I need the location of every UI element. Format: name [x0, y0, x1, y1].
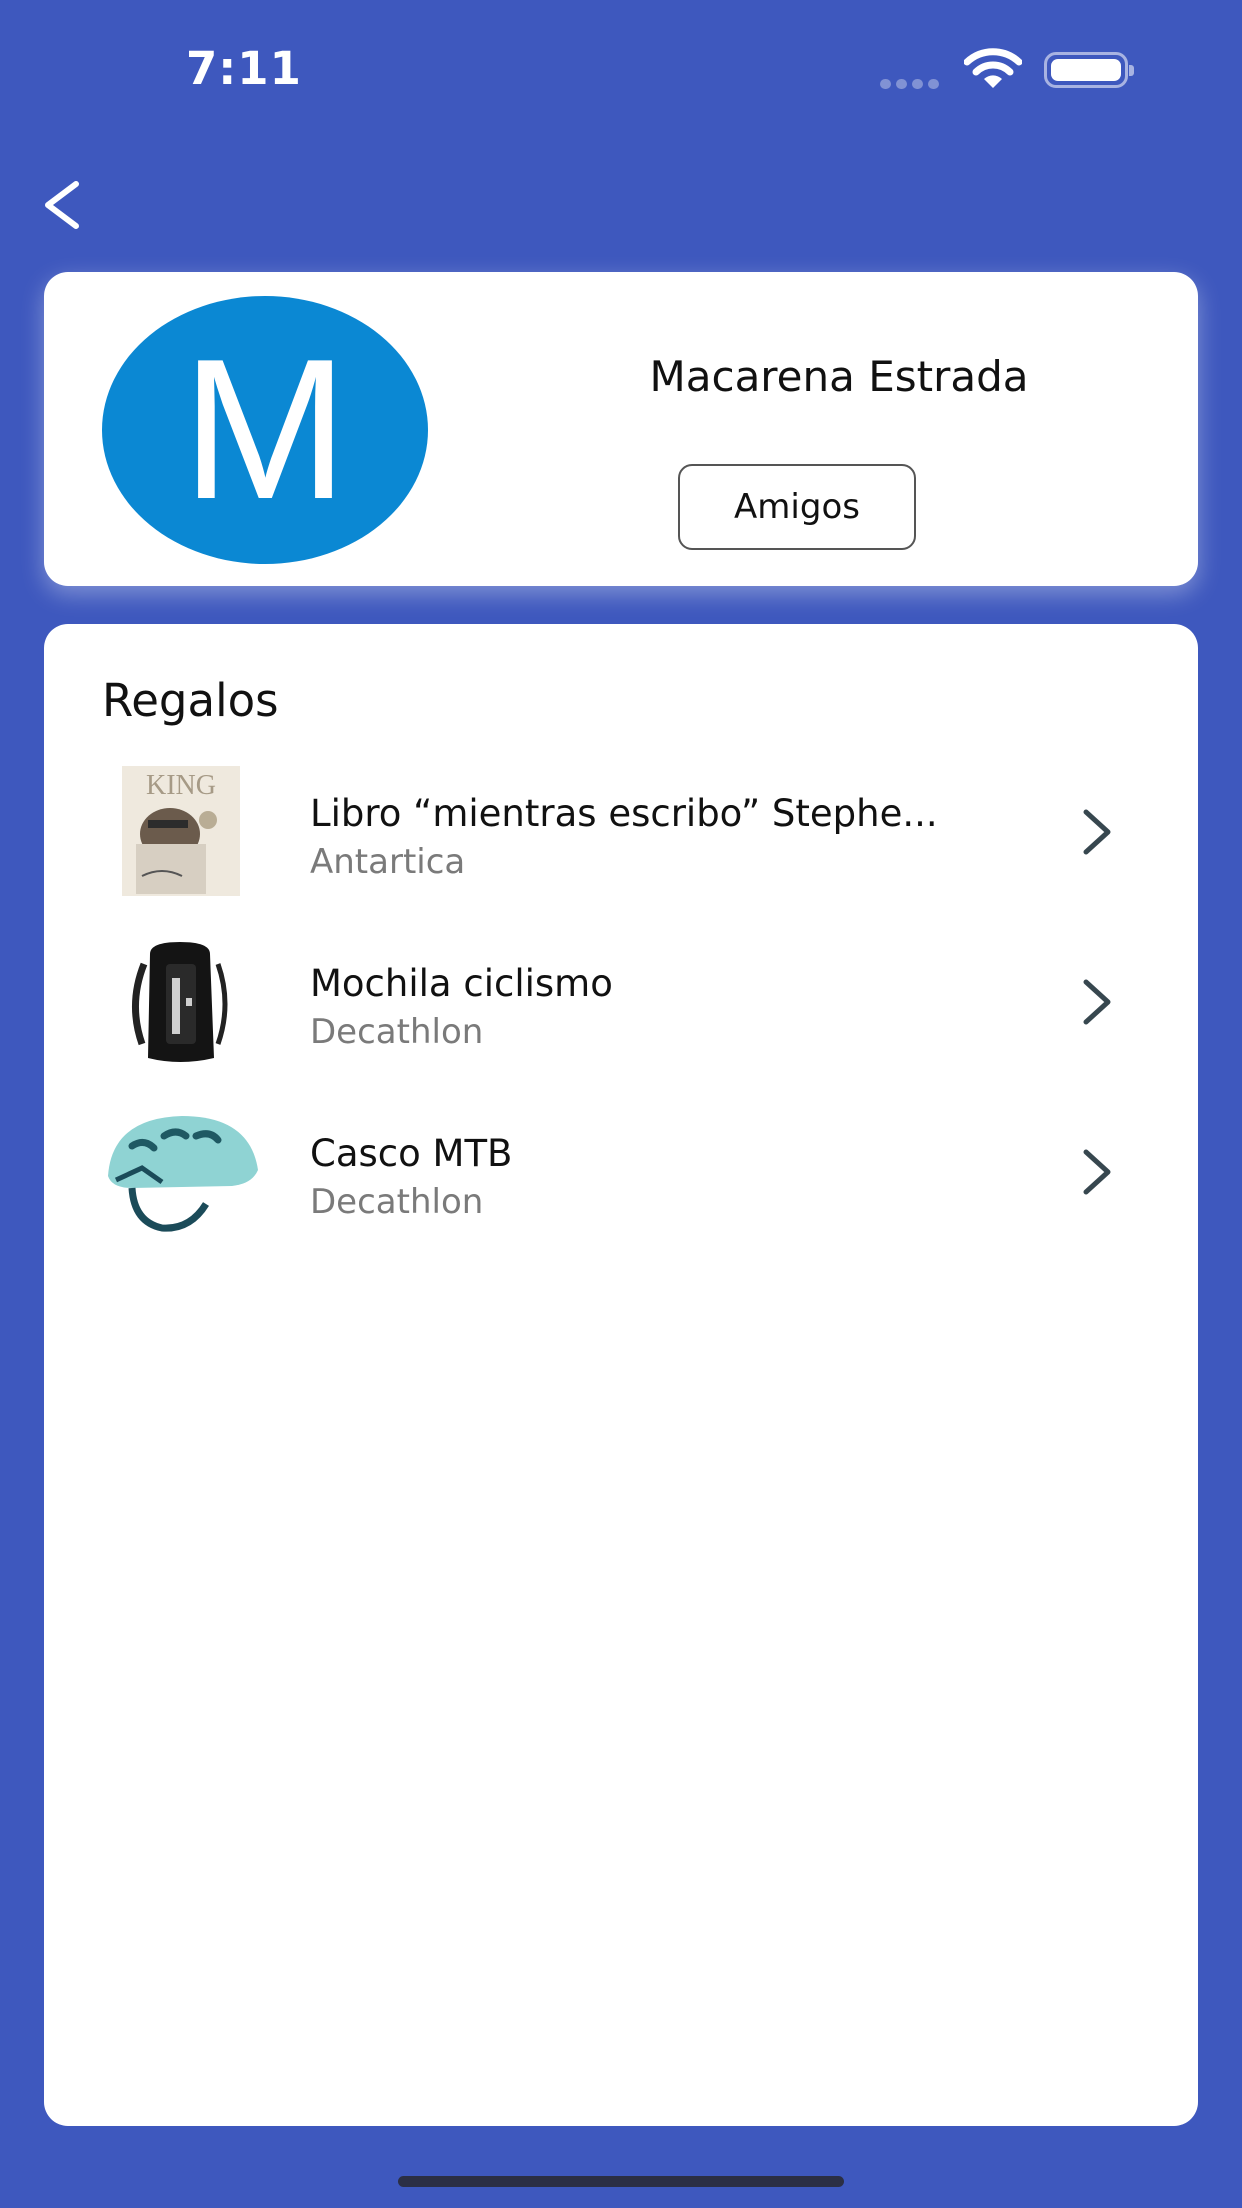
- gift-store: Decathlon: [310, 1012, 484, 1052]
- battery-icon: [1044, 52, 1134, 88]
- svg-text:KING: KING: [146, 770, 216, 801]
- backpack-image: [132, 942, 228, 1062]
- gift-store: Antartica: [310, 842, 466, 882]
- avatar: M: [102, 296, 428, 564]
- gift-name: Mochila ciclismo: [310, 962, 613, 1005]
- gift-list-item[interactable]: Mochila ciclismo Decathlon: [44, 926, 1198, 1076]
- status-time: 7:11: [186, 42, 302, 95]
- book-cover-image: KING: [122, 766, 240, 896]
- gift-name: Casco MTB: [310, 1132, 513, 1175]
- gift-list-item[interactable]: KING Libro “mientras escribo” Stephe... …: [44, 756, 1198, 906]
- home-indicator[interactable]: [398, 2176, 844, 2187]
- back-button[interactable]: [36, 170, 96, 240]
- profile-card: M Macarena Estrada Amigos: [44, 272, 1198, 586]
- chevron-right-icon: [1083, 1149, 1111, 1195]
- gift-store: Decathlon: [310, 1182, 484, 1222]
- gift-list-item[interactable]: Casco MTB Decathlon: [44, 1096, 1198, 1246]
- gifts-card: Regalos KING Libro “mientras escribo” St…: [44, 624, 1198, 2126]
- chevron-right-icon: [1083, 809, 1111, 855]
- gift-name: Libro “mientras escribo” Stephe...: [310, 792, 938, 835]
- gifts-title: Regalos: [102, 674, 279, 727]
- wifi-icon: [964, 48, 1022, 88]
- profile-name: Macarena Estrada: [649, 352, 1029, 401]
- helmet-image: [108, 1116, 258, 1232]
- cellular-signal-icon: [880, 74, 948, 89]
- chevron-right-icon: [1083, 979, 1111, 1025]
- friends-button[interactable]: Amigos: [678, 464, 916, 550]
